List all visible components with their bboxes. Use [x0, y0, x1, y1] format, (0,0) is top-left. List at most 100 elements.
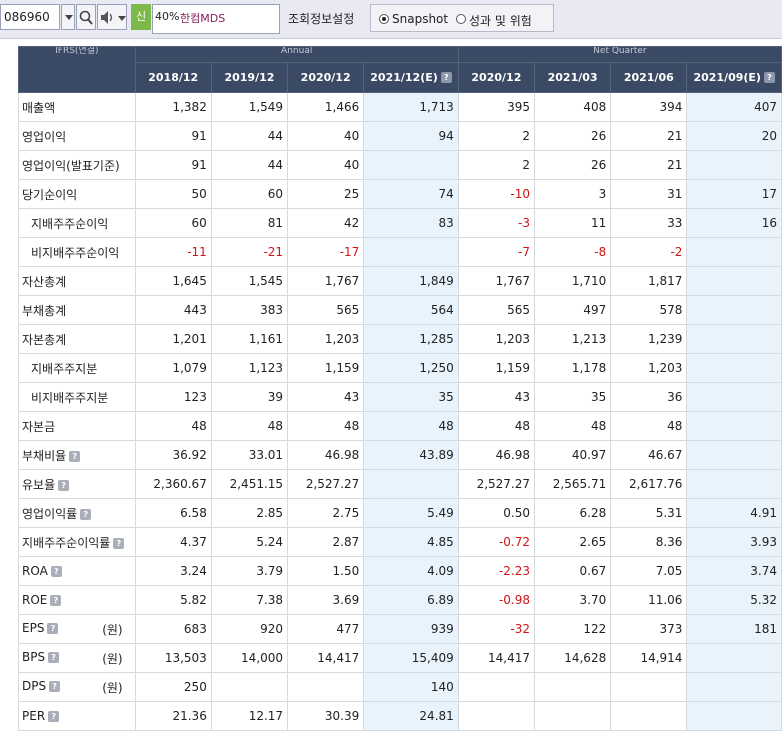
column-header-label: 2020/12: [471, 71, 522, 84]
value-cell: -32: [457, 614, 536, 644]
speaker-icon: [101, 11, 113, 24]
snapshot-radio[interactable]: [379, 14, 389, 24]
value-cell: 33.01: [210, 440, 289, 470]
value-cell: 13,503: [134, 643, 212, 673]
value-cell: 564: [363, 295, 459, 325]
value-cell: 94: [363, 121, 459, 151]
value-cell: [686, 643, 782, 673]
value-cell: [686, 672, 782, 702]
value-cell: 1,239: [610, 324, 688, 354]
value-cell: 6.89: [363, 585, 459, 615]
row-label: PER: [22, 709, 46, 723]
value-cell: 383: [210, 295, 289, 325]
help-icon[interactable]: ?: [440, 72, 452, 83]
value-cell: 3.93: [686, 527, 782, 557]
row-label: ROA: [22, 564, 48, 578]
risk-radio-label[interactable]: 성과 및 위험: [469, 12, 532, 29]
help-icon[interactable]: ?: [80, 508, 92, 520]
value-cell: 24.81: [363, 701, 459, 731]
value-cell: 48: [287, 411, 365, 441]
row-label-cell: ROA?: [18, 556, 136, 586]
value-cell: 1,159: [457, 353, 536, 383]
value-cell: 1,849: [363, 266, 459, 296]
row-label-cell: 자산총계: [18, 266, 136, 296]
value-cell: 48: [533, 411, 612, 441]
value-cell: 1,710: [533, 266, 612, 296]
row-label: BPS: [22, 649, 46, 664]
risk-radio[interactable]: [456, 14, 466, 24]
value-cell: 395: [457, 92, 536, 122]
value-cell: -0.98: [457, 585, 536, 615]
help-icon[interactable]: ?: [50, 595, 62, 606]
value-cell: 1,549: [210, 92, 289, 122]
speaker-button[interactable]: [97, 4, 127, 30]
value-cell: 3.24: [134, 556, 212, 586]
help-icon[interactable]: ?: [58, 479, 70, 491]
snapshot-radio-label[interactable]: Snapshot: [392, 12, 448, 26]
value-cell: 565: [287, 295, 365, 325]
value-cell: 14,000: [210, 643, 289, 673]
column-header: 2021/03: [533, 62, 612, 93]
value-cell: [210, 672, 289, 702]
value-cell: -10: [457, 179, 536, 209]
value-cell: 36: [610, 382, 688, 412]
value-cell: [686, 266, 782, 296]
help-icon[interactable]: ?: [763, 72, 775, 83]
value-cell: [457, 701, 536, 731]
search-button[interactable]: [76, 4, 96, 30]
table-row: 자본총계 1,201 1,161 1,203 1,285 1,203 1,213 1,239: [18, 324, 782, 354]
row-label: 자본금: [22, 419, 56, 434]
table-row: 영업이익(발표기준) 91 44 40 2 26 21: [18, 150, 782, 180]
value-cell: [686, 440, 782, 470]
value-cell: 48: [610, 411, 688, 441]
value-cell: 21: [610, 150, 688, 180]
value-cell: 7.38: [210, 585, 289, 615]
view-mode-radio-group: Snapshot 성과 및 위험: [370, 4, 554, 32]
help-icon[interactable]: ?: [49, 680, 61, 692]
table-row: 지배주주순이익률? 4.37 5.24 2.87 4.85 -0.72 2.65 8.36 3.…: [18, 527, 782, 557]
help-icon[interactable]: ?: [47, 622, 59, 634]
row-label-cell: 당기순이익: [18, 179, 136, 209]
value-cell: 122: [533, 614, 612, 644]
value-cell: [610, 701, 688, 731]
value-cell: -17: [287, 237, 365, 267]
value-cell: 1,079: [134, 353, 212, 383]
value-cell: 3.69: [287, 585, 365, 615]
value-cell: 5.24: [210, 527, 289, 557]
value-cell: 2,565.71: [533, 469, 612, 499]
value-cell: 2,360.67: [134, 469, 212, 499]
value-cell: 21.36: [134, 701, 212, 731]
column-header-label: 2021/06: [623, 71, 674, 84]
value-cell: 920: [210, 614, 289, 644]
row-label-cell: 지배주주지분: [18, 353, 136, 383]
value-cell: 4.09: [363, 556, 459, 586]
row-label-cell: 부채총계: [18, 295, 136, 325]
value-cell: 1,250: [363, 353, 459, 383]
value-cell: 2.65: [533, 527, 612, 557]
value-cell: [287, 672, 365, 702]
stock-code-input[interactable]: 086960: [0, 4, 60, 30]
value-cell: 683: [134, 614, 212, 644]
row-label: EPS: [22, 620, 45, 635]
help-icon[interactable]: ?: [48, 651, 60, 663]
help-icon[interactable]: ?: [48, 711, 60, 722]
value-cell: 48: [457, 411, 536, 441]
help-icon[interactable]: ?: [69, 450, 81, 462]
row-label-cell: 매출액: [18, 92, 136, 122]
unit-label: (원): [102, 622, 123, 637]
table-corner-label: IFRS(연결): [18, 46, 136, 93]
value-cell: [686, 469, 782, 499]
value-cell: 3.74: [686, 556, 782, 586]
value-cell: 12.17: [210, 701, 289, 731]
table-row: 지배주주순이익 60 81 42 83 -3 11 33 16: [18, 208, 782, 238]
new-badge: 신: [131, 4, 151, 30]
value-cell: [686, 324, 782, 354]
help-icon[interactable]: ?: [113, 537, 125, 549]
query-settings-link[interactable]: 조회정보설정: [288, 10, 354, 27]
help-icon[interactable]: ?: [50, 566, 62, 577]
value-cell: 26: [533, 121, 612, 151]
row-label: 지배주주순이익: [31, 216, 109, 231]
row-label: 지배주주순이익률: [22, 535, 111, 550]
value-cell: [363, 237, 459, 267]
code-dropdown-button[interactable]: [61, 4, 75, 30]
